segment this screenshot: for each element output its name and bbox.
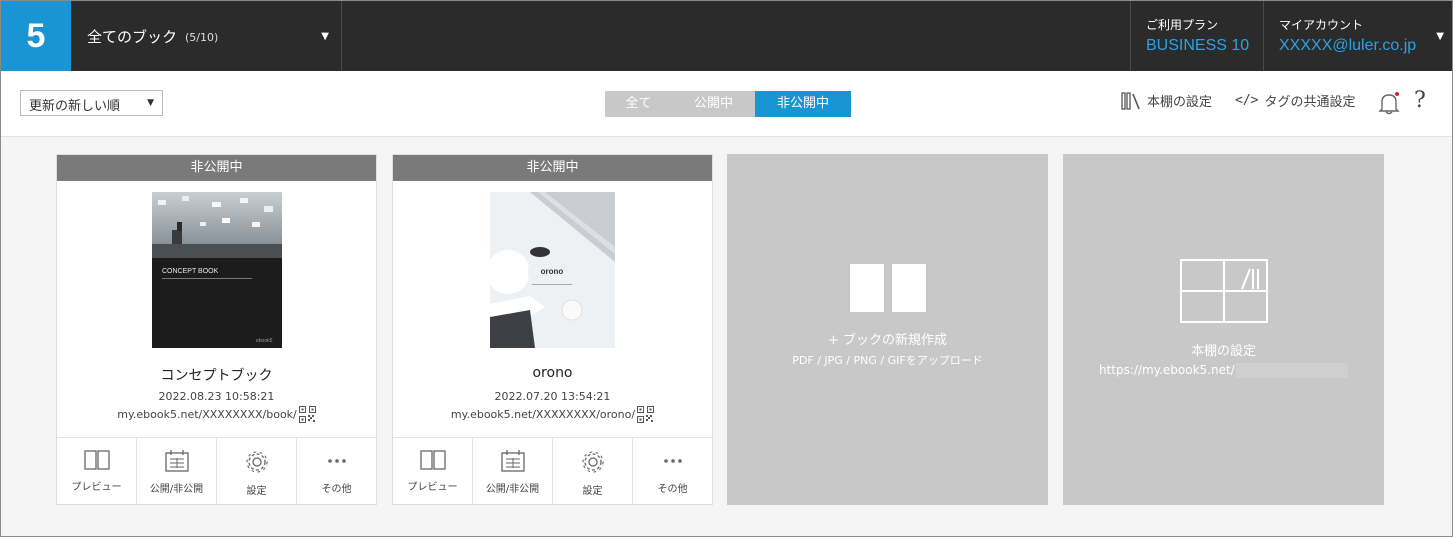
calendar-icon [164, 450, 189, 472]
chevron-down-icon: ▼ [147, 98, 154, 108]
new-book-label: + ブックの新規作成 [827, 333, 948, 348]
toolbar: 更新の新しい順 ▼ 全て 公開中 非公開中 本棚の設定 </> タグの共通設定 [1, 71, 1452, 137]
cover-title-text: orono [541, 267, 564, 276]
code-icon: </> [1235, 93, 1259, 108]
gear-icon [581, 451, 604, 473]
account-email: XXXXX@luler.co.jp [1279, 37, 1417, 54]
book-cover-image[interactable]: CONCEPT BOOK ebook5 [152, 192, 282, 348]
preview-button[interactable]: プレビュー [57, 438, 137, 504]
preview-label: プレビュー [71, 482, 122, 493]
book-url: my.ebook5.net/XXXXXXXX/orono/ [393, 406, 712, 423]
book-selector-dropdown[interactable]: 全てのブック (5/10) ▼ [71, 1, 342, 71]
gear-icon [245, 451, 268, 473]
publish-toggle-label: 公開/非公開 [485, 484, 540, 495]
cover-title-text: CONCEPT BOOK [162, 268, 219, 275]
new-book-subtext: PDF / JPG / PNG / GIFをアップロード [792, 354, 983, 367]
status-badge: 非公開中 [57, 155, 376, 181]
more-label: その他 [321, 484, 352, 495]
ebook5-logo[interactable]: 5 [1, 1, 71, 71]
chevron-down-icon: ▼ [321, 31, 329, 42]
bookshelf-icon [1121, 91, 1140, 110]
shelf-url: https://my.ebook5.net/ [1099, 363, 1235, 377]
publish-toggle-button[interactable]: 公開/非公開 [473, 438, 553, 504]
book-updated-date: 2022.08.23 10:58:21 [158, 390, 275, 403]
tab-public[interactable]: 公開中 [672, 91, 755, 117]
shelf-settings-card[interactable]: 本棚の設定 https://my.ebook5.net/ [1063, 154, 1384, 505]
status-badge: 非公開中 [393, 155, 712, 181]
book-card[interactable]: 非公開中 CONCEPT BOOK ebook5 コンセプトブック 2022.0… [56, 154, 377, 505]
book-selector-count: (5/10) [185, 31, 219, 44]
bell-icon[interactable] [1378, 91, 1400, 115]
book-card[interactable]: 非公開中 orono orono 2022.07.20 13:54:21 my.… [392, 154, 713, 505]
tag-settings-link[interactable]: </> タグの共通設定 [1235, 91, 1356, 110]
book-cover-image[interactable]: orono [490, 192, 615, 348]
book-updated-date: 2022.07.20 13:54:21 [494, 390, 611, 403]
book-actions: プレビュー 公開/非公開 設定 その他 [393, 437, 712, 504]
tab-private[interactable]: 非公開中 [755, 91, 851, 117]
account-menu[interactable]: マイアカウント XXXXX@luler.co.jp ▼ [1263, 1, 1452, 71]
qr-code-icon[interactable] [637, 406, 655, 423]
sort-selected-value: 更新の新しい順 [29, 99, 121, 114]
qr-code-icon[interactable] [298, 406, 316, 423]
filter-tabs: 全て 公開中 非公開中 [605, 91, 851, 117]
cover-brand-text: ebook5 [256, 338, 273, 344]
plan-label: ご利用プラン [1146, 18, 1219, 32]
calendar-icon [500, 450, 525, 472]
shelf-settings-label: 本棚の設定 [1147, 95, 1213, 110]
chevron-down-icon: ▼ [1436, 31, 1444, 42]
preview-label: プレビュー [407, 482, 458, 493]
account-label: マイアカウント [1279, 18, 1364, 32]
open-book-icon [83, 450, 110, 470]
app-window: 5 全てのブック (5/10) ▼ ご利用プラン BUSINESS 10 マイア… [0, 0, 1453, 537]
new-book-icon [850, 264, 926, 312]
book-url-text[interactable]: my.ebook5.net/XXXXXXXX/book/ [117, 408, 297, 421]
more-dots-icon [663, 459, 682, 463]
publish-toggle-label: 公開/非公開 [149, 484, 204, 495]
book-url: my.ebook5.net/XXXXXXXX/book/ [57, 406, 376, 423]
preview-button[interactable]: プレビュー [393, 438, 473, 504]
bookshelf-icon [1180, 259, 1268, 323]
sort-select[interactable]: 更新の新しい順 ▼ [20, 90, 163, 116]
tab-all[interactable]: 全て [605, 91, 672, 117]
more-dots-icon [327, 459, 346, 463]
publish-toggle-button[interactable]: 公開/非公開 [137, 438, 217, 504]
shelf-settings-link[interactable]: 本棚の設定 [1121, 91, 1212, 110]
settings-label: 設定 [582, 486, 603, 497]
new-book-card[interactable]: + ブックの新規作成 PDF / JPG / PNG / GIFをアップロード [727, 154, 1048, 505]
more-button[interactable]: その他 [297, 438, 376, 504]
top-bar: 5 全てのブック (5/10) ▼ ご利用プラン BUSINESS 10 マイア… [1, 1, 1452, 71]
tag-settings-label: タグの共通設定 [1264, 95, 1356, 110]
shelf-url-redacted [1236, 363, 1348, 378]
plan-value: BUSINESS 10 [1146, 37, 1250, 54]
plan-info: ご利用プラン BUSINESS 10 [1130, 1, 1263, 71]
book-actions: プレビュー 公開/非公開 設定 その他 [57, 437, 376, 504]
book-url-text[interactable]: my.ebook5.net/XXXXXXXX/orono/ [451, 408, 635, 421]
book-title: コンセプトブック [160, 368, 273, 384]
more-label: その他 [657, 484, 688, 495]
more-button[interactable]: その他 [633, 438, 712, 504]
shelf-card-label: 本棚の設定 [1190, 344, 1256, 359]
settings-label: 設定 [246, 486, 267, 497]
settings-button[interactable]: 設定 [217, 438, 297, 504]
settings-button[interactable]: 設定 [553, 438, 633, 504]
book-selector-title: 全てのブック [87, 27, 178, 46]
open-book-icon [419, 450, 446, 470]
book-title: orono [532, 365, 573, 381]
help-icon[interactable]: ? [1414, 88, 1426, 113]
